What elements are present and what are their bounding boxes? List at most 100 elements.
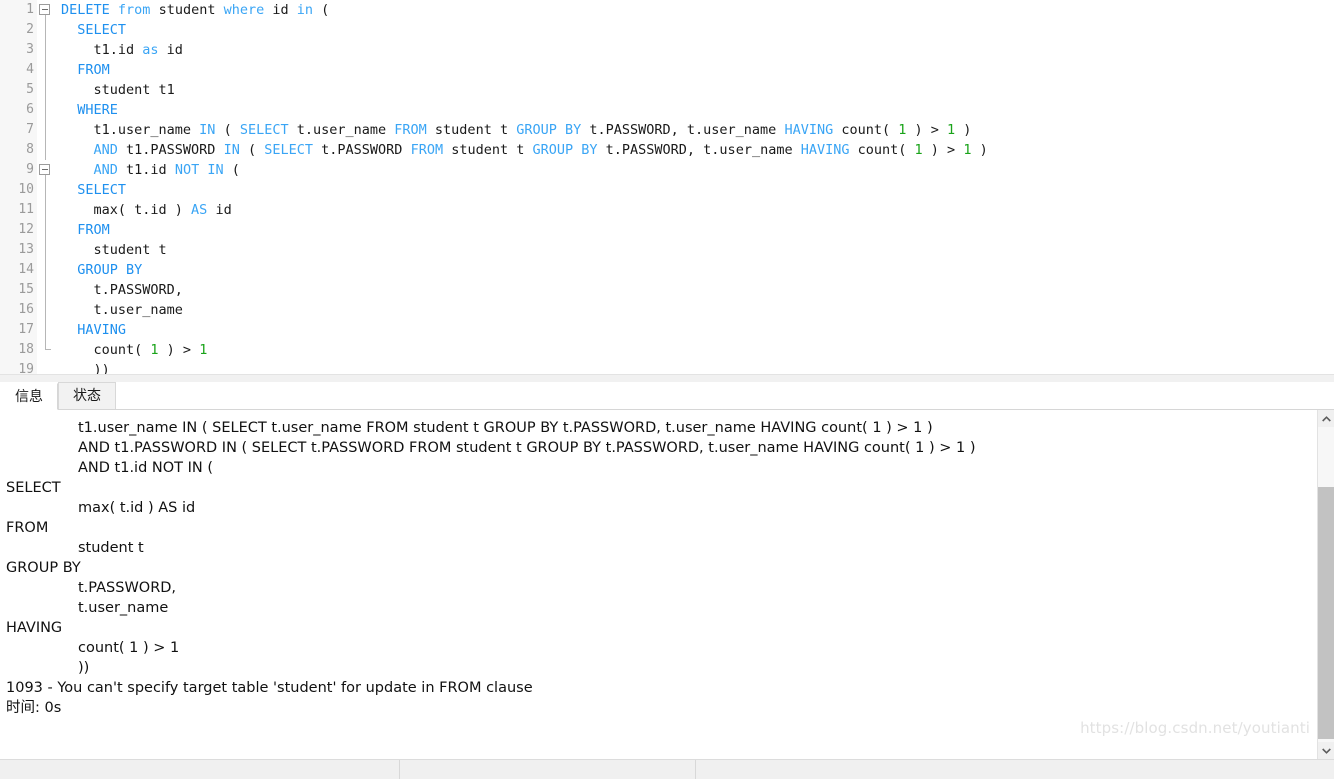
code-text[interactable]: FROM: [55, 60, 1334, 80]
code-line[interactable]: 5 student t1: [0, 80, 1334, 100]
result-vertical-scrollbar[interactable]: [1317, 410, 1334, 759]
code-token: (: [313, 2, 330, 18]
code-token: 1: [199, 342, 208, 358]
fold-guide-line: [45, 180, 46, 200]
code-token: FROM: [77, 62, 110, 78]
code-line[interactable]: 1 DELETE from student where id in (: [0, 0, 1334, 20]
fold-gutter-cell[interactable]: [37, 300, 55, 320]
fold-gutter-cell[interactable]: [37, 240, 55, 260]
code-line[interactable]: 18 count( 1 ) > 1: [0, 340, 1334, 360]
code-line[interactable]: 13 student t: [0, 240, 1334, 260]
fold-gutter-cell[interactable]: [37, 320, 55, 340]
output-tabbar[interactable]: 信息 状态: [0, 382, 1334, 410]
code-line[interactable]: 14 GROUP BY: [0, 260, 1334, 280]
result-line: HAVING: [6, 620, 63, 636]
code-line[interactable]: 6 WHERE: [0, 100, 1334, 120]
fold-guide-line: [45, 40, 46, 60]
fold-gutter-cell[interactable]: [37, 40, 55, 60]
code-text[interactable]: t.PASSWORD,: [55, 280, 1334, 300]
sql-code-editor[interactable]: 1 DELETE from student where id in (2 SELE…: [0, 0, 1334, 382]
code-token: student: [150, 2, 224, 18]
scroll-thumb[interactable]: [1318, 487, 1334, 739]
line-number: 4: [0, 60, 37, 80]
code-text[interactable]: SELECT: [55, 20, 1334, 40]
code-line[interactable]: 17 HAVING: [0, 320, 1334, 340]
code-text[interactable]: HAVING: [55, 320, 1334, 340]
fold-gutter-cell[interactable]: [37, 100, 55, 120]
scroll-up-arrow-icon[interactable]: [1318, 410, 1334, 427]
editor-bottom-separator: [0, 374, 1334, 382]
fold-gutter-cell[interactable]: [37, 260, 55, 280]
code-line[interactable]: 15 t.PASSWORD,: [0, 280, 1334, 300]
code-line[interactable]: 3 t1.id as id: [0, 40, 1334, 60]
code-text[interactable]: SELECT: [55, 180, 1334, 200]
fold-gutter-cell[interactable]: [37, 200, 55, 220]
fold-gutter-cell[interactable]: [37, 220, 55, 240]
code-text[interactable]: student t1: [55, 80, 1334, 100]
code-text[interactable]: student t: [55, 240, 1334, 260]
fold-gutter-cell[interactable]: [37, 60, 55, 80]
code-line[interactable]: 10 SELECT: [0, 180, 1334, 200]
code-token: HAVING: [77, 322, 127, 338]
fold-collapse-icon[interactable]: [39, 164, 50, 175]
code-token: WHERE: [77, 102, 118, 118]
code-token: t.PASSWORD: [313, 142, 411, 158]
fold-gutter-cell[interactable]: [37, 280, 55, 300]
code-token: DELETE: [61, 2, 110, 18]
code-line[interactable]: 4 FROM: [0, 60, 1334, 80]
code-line[interactable]: 16 t.user_name: [0, 300, 1334, 320]
fold-guide-line: [45, 260, 46, 280]
fold-collapse-icon[interactable]: [39, 4, 50, 15]
fold-gutter-cell[interactable]: [37, 80, 55, 100]
line-number: 6: [0, 100, 37, 120]
code-line[interactable]: 7 t1.user_name IN ( SELECT t.user_name F…: [0, 120, 1334, 140]
fold-guide-line: [45, 140, 46, 160]
line-number: 3: [0, 40, 37, 60]
code-token: AND: [93, 142, 118, 158]
scroll-track[interactable]: [1318, 427, 1334, 742]
code-text[interactable]: GROUP BY: [55, 260, 1334, 280]
code-line[interactable]: 9 AND t1.id NOT IN (: [0, 160, 1334, 180]
code-token: ) >: [922, 142, 964, 158]
code-token: 1: [947, 122, 956, 138]
code-text[interactable]: t.user_name: [55, 300, 1334, 320]
fold-gutter-cell[interactable]: [37, 0, 55, 20]
code-lines-container[interactable]: 1 DELETE from student where id in (2 SELE…: [0, 0, 1334, 380]
line-number: 8: [0, 140, 37, 160]
code-text[interactable]: FROM: [55, 220, 1334, 240]
result-message-list[interactable]: t1.user_name IN ( SELECT t.user_name FRO…: [0, 410, 1317, 759]
code-line[interactable]: 11 max( t.id ) AS id: [0, 200, 1334, 220]
fold-gutter-cell[interactable]: [37, 120, 55, 140]
code-text[interactable]: DELETE from student where id in (: [55, 0, 1334, 20]
line-number: 5: [0, 80, 37, 100]
scroll-down-arrow-icon[interactable]: [1318, 742, 1334, 759]
code-text[interactable]: WHERE: [55, 100, 1334, 120]
code-line[interactable]: 12 FROM: [0, 220, 1334, 240]
result-panel: t1.user_name IN ( SELECT t.user_name FRO…: [0, 410, 1334, 759]
code-text[interactable]: count( 1 ) > 1: [55, 340, 1334, 360]
result-line: student t: [78, 540, 144, 556]
code-text[interactable]: t1.user_name IN ( SELECT t.user_name FRO…: [55, 120, 1334, 140]
fold-gutter-cell[interactable]: [37, 160, 55, 180]
code-line[interactable]: 2 SELECT: [0, 20, 1334, 40]
tab-status[interactable]: 状态: [58, 382, 116, 409]
fold-gutter-cell[interactable]: [37, 20, 55, 40]
result-line: )): [78, 660, 90, 676]
code-token: where: [223, 2, 265, 18]
code-line[interactable]: 8 AND t1.PASSWORD IN ( SELECT t.PASSWORD…: [0, 140, 1334, 160]
line-number: 14: [0, 260, 37, 280]
fold-gutter-cell[interactable]: [37, 340, 55, 360]
code-text[interactable]: t1.id as id: [55, 40, 1334, 60]
fold-gutter-cell[interactable]: [37, 180, 55, 200]
code-text[interactable]: AND t1.id NOT IN (: [55, 160, 1334, 180]
code-text[interactable]: AND t1.PASSWORD IN ( SELECT t.PASSWORD F…: [55, 140, 1334, 160]
code-token: count(: [849, 142, 915, 158]
tab-info[interactable]: 信息: [0, 383, 58, 410]
code-text[interactable]: max( t.id ) AS id: [55, 200, 1334, 220]
line-number: 10: [0, 180, 37, 200]
code-token: ): [971, 142, 988, 158]
fold-gutter-cell[interactable]: [37, 140, 55, 160]
